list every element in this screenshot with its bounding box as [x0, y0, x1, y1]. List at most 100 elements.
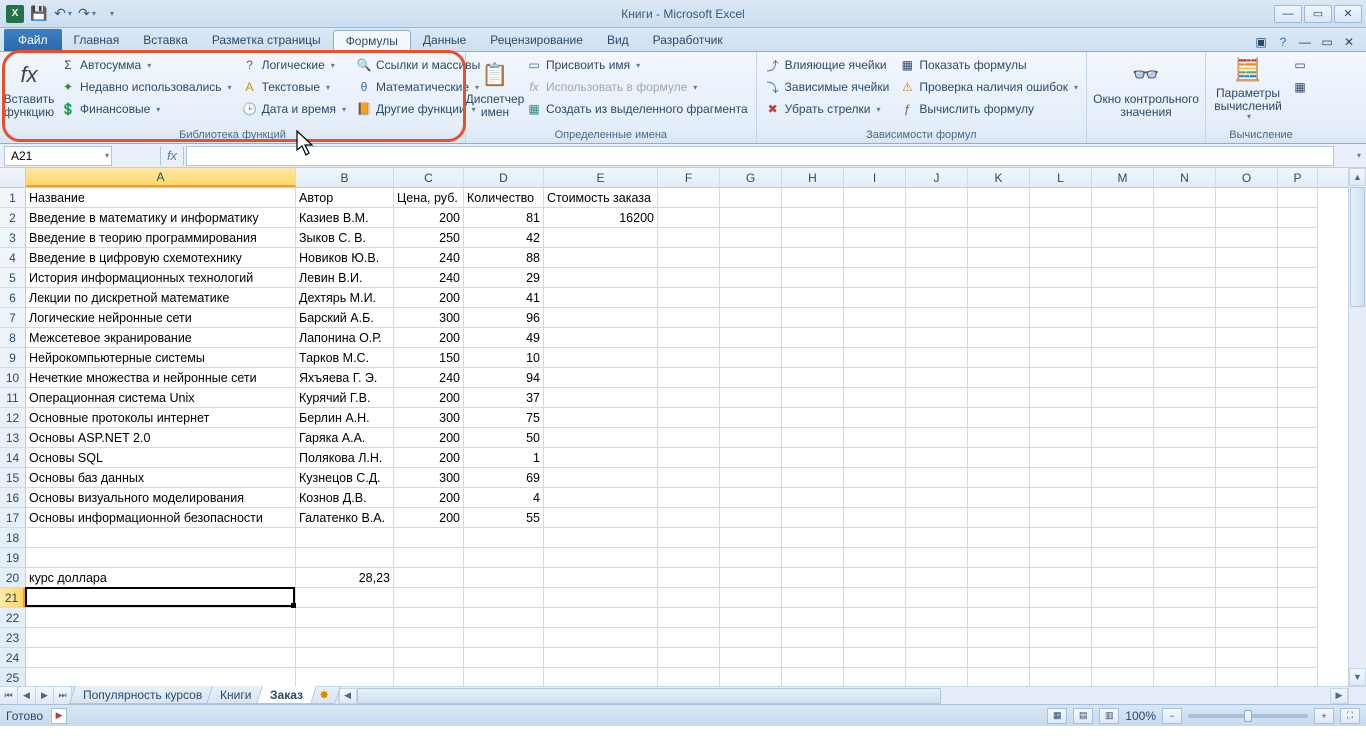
cell-O15[interactable]	[1216, 468, 1278, 488]
cell-K16[interactable]	[968, 488, 1030, 508]
cell-J2[interactable]	[906, 208, 968, 228]
zoom-out-button[interactable]: −	[1162, 708, 1182, 724]
cell-E24[interactable]	[544, 648, 658, 668]
row-header-5[interactable]: 5	[0, 268, 25, 288]
cell-P24[interactable]	[1278, 648, 1318, 668]
cell-A17[interactable]: Основы информационной безопасности	[26, 508, 296, 528]
zoom-slider-knob[interactable]	[1244, 710, 1252, 722]
cell-J14[interactable]	[906, 448, 968, 468]
cell-G7[interactable]	[720, 308, 782, 328]
cell-M12[interactable]	[1092, 408, 1154, 428]
cell-L8[interactable]	[1030, 328, 1092, 348]
cell-A10[interactable]: Нечеткие множества и нейронные сети	[26, 368, 296, 388]
row-header-15[interactable]: 15	[0, 468, 25, 488]
ribbon-tab-2[interactable]: Разметка страницы	[200, 29, 333, 51]
cell-C9[interactable]: 150	[394, 348, 464, 368]
cell-E5[interactable]	[544, 268, 658, 288]
logical-button[interactable]: ?Логические▾	[238, 54, 350, 76]
cell-M2[interactable]	[1092, 208, 1154, 228]
cell-L24[interactable]	[1030, 648, 1092, 668]
cell-J19[interactable]	[906, 548, 968, 568]
cell-N10[interactable]	[1154, 368, 1216, 388]
cell-O10[interactable]	[1216, 368, 1278, 388]
cell-F16[interactable]	[658, 488, 720, 508]
cell-J18[interactable]	[906, 528, 968, 548]
mdi-close-icon[interactable]: ✕	[1340, 33, 1358, 51]
cell-L18[interactable]	[1030, 528, 1092, 548]
cell-G20[interactable]	[720, 568, 782, 588]
cell-E1[interactable]: Стоимость заказа	[544, 188, 658, 208]
cell-H20[interactable]	[782, 568, 844, 588]
cell-C12[interactable]: 300	[394, 408, 464, 428]
cell-L6[interactable]	[1030, 288, 1092, 308]
cell-H22[interactable]	[782, 608, 844, 628]
cell-M1[interactable]	[1092, 188, 1154, 208]
calculate-sheet-button[interactable]: ▦	[1288, 76, 1312, 98]
cell-D2[interactable]: 81	[464, 208, 544, 228]
cell-F13[interactable]	[658, 428, 720, 448]
cell-E10[interactable]	[544, 368, 658, 388]
cell-N15[interactable]	[1154, 468, 1216, 488]
cell-K13[interactable]	[968, 428, 1030, 448]
cell-I10[interactable]	[844, 368, 906, 388]
cell-N9[interactable]	[1154, 348, 1216, 368]
cell-N21[interactable]	[1154, 588, 1216, 608]
name-manager-button[interactable]: 📋 Диспетчер имен	[470, 54, 520, 124]
scroll-right-button[interactable]: ▶	[1330, 688, 1348, 704]
cell-A9[interactable]: Нейрокомпьютерные системы	[26, 348, 296, 368]
cell-C11[interactable]: 200	[394, 388, 464, 408]
cell-O13[interactable]	[1216, 428, 1278, 448]
cell-N11[interactable]	[1154, 388, 1216, 408]
cell-B6[interactable]: Дехтярь М.И.	[296, 288, 394, 308]
cell-J23[interactable]	[906, 628, 968, 648]
cell-F23[interactable]	[658, 628, 720, 648]
cell-J3[interactable]	[906, 228, 968, 248]
cell-K11[interactable]	[968, 388, 1030, 408]
cell-B17[interactable]: Галатенко В.А.	[296, 508, 394, 528]
cell-M21[interactable]	[1092, 588, 1154, 608]
cell-O18[interactable]	[1216, 528, 1278, 548]
zoom-in-button[interactable]: +	[1314, 708, 1334, 724]
cell-D22[interactable]	[464, 608, 544, 628]
column-header-H[interactable]: H	[782, 168, 844, 187]
cell-N19[interactable]	[1154, 548, 1216, 568]
error-checking-button[interactable]: ⚠Проверка наличия ошибок▾	[895, 76, 1082, 98]
vertical-scrollbar[interactable]: ▲ ▼	[1348, 168, 1366, 686]
cell-F10[interactable]	[658, 368, 720, 388]
sheet-tab-2[interactable]: Заказ	[256, 686, 317, 704]
cell-N8[interactable]	[1154, 328, 1216, 348]
cell-F8[interactable]	[658, 328, 720, 348]
cell-A24[interactable]	[26, 648, 296, 668]
cell-P11[interactable]	[1278, 388, 1318, 408]
cell-K9[interactable]	[968, 348, 1030, 368]
cell-E16[interactable]	[544, 488, 658, 508]
undo-icon[interactable]: ↶▾	[52, 3, 74, 25]
cell-K15[interactable]	[968, 468, 1030, 488]
cell-N20[interactable]	[1154, 568, 1216, 588]
cell-I7[interactable]	[844, 308, 906, 328]
cell-I2[interactable]	[844, 208, 906, 228]
cell-B9[interactable]: Тарков М.С.	[296, 348, 394, 368]
cell-O16[interactable]	[1216, 488, 1278, 508]
cell-G17[interactable]	[720, 508, 782, 528]
cell-G12[interactable]	[720, 408, 782, 428]
cell-B1[interactable]: Автор	[296, 188, 394, 208]
cell-G21[interactable]	[720, 588, 782, 608]
cell-D24[interactable]	[464, 648, 544, 668]
cells-area[interactable]: НазваниеАвторЦена, руб.КоличествоСтоимос…	[26, 188, 1348, 686]
excel-icon[interactable]: X	[4, 3, 26, 25]
cell-G19[interactable]	[720, 548, 782, 568]
cell-K22[interactable]	[968, 608, 1030, 628]
cell-B18[interactable]	[296, 528, 394, 548]
cell-F17[interactable]	[658, 508, 720, 528]
cell-H5[interactable]	[782, 268, 844, 288]
cell-B8[interactable]: Лапонина О.Р.	[296, 328, 394, 348]
page-layout-view-button[interactable]: ▤	[1073, 708, 1093, 724]
cell-P5[interactable]	[1278, 268, 1318, 288]
cell-F20[interactable]	[658, 568, 720, 588]
save-icon[interactable]: 💾	[28, 3, 50, 25]
cell-A2[interactable]: Введение в математику и информатику	[26, 208, 296, 228]
cell-E12[interactable]	[544, 408, 658, 428]
cell-G16[interactable]	[720, 488, 782, 508]
cell-B20[interactable]: 28,23	[296, 568, 394, 588]
